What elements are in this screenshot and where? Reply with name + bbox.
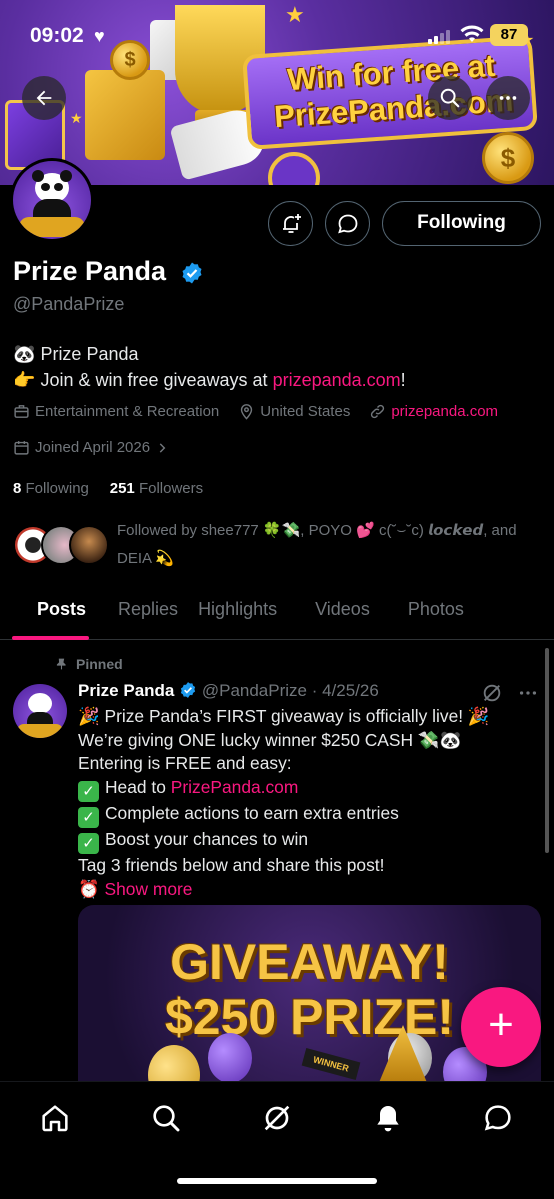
post-line: 🎉 Prize Panda’s FIRST giveaway is offici…: [78, 706, 490, 726]
battery-indicator: 87: [490, 24, 528, 46]
bell-icon: [377, 1106, 399, 1132]
win-badge: WIN: [268, 152, 320, 185]
post-header: Prize Panda @PandaPrize · 4/25/26: [78, 681, 548, 701]
status-time: 09:02: [30, 24, 84, 47]
panda-avatar-image: [13, 161, 91, 239]
bio-line-1: Prize Panda: [40, 344, 139, 364]
heart-icon: ♥: [94, 26, 105, 46]
bio-line-2-suffix: !: [400, 370, 406, 390]
nav-messages[interactable]: [478, 1098, 518, 1138]
post-author-name[interactable]: Prize Panda: [78, 681, 174, 700]
message-button[interactable]: [325, 201, 370, 246]
verified-badge-icon: [180, 682, 196, 698]
checkmark-icon: ✓: [78, 807, 99, 829]
signal-icon: [428, 30, 452, 44]
profile-name-text: Prize Panda: [13, 256, 167, 286]
profile-handle: @PandaPrize: [13, 294, 125, 314]
nav-grok[interactable]: [257, 1098, 297, 1138]
coin-image: $: [482, 132, 534, 184]
pointing-hand-icon: 👉: [13, 370, 36, 390]
checkmark-icon: ✓: [78, 833, 99, 855]
checkmark-icon: ✓: [78, 781, 99, 803]
status-bar: 09:02 ♥ 87: [0, 18, 554, 52]
bio-line-2-text: Join & win free giveaways at: [40, 370, 273, 390]
compose-button[interactable]: +: [461, 987, 541, 1067]
home-icon: [42, 1105, 68, 1132]
wifi-icon: [460, 25, 484, 42]
panda-emoji-icon: 🐼: [13, 344, 36, 364]
post-author-avatar[interactable]: [13, 684, 67, 738]
nav-home[interactable]: [35, 1098, 75, 1138]
post-step: ✓ Head to PrizePanda.com: [78, 776, 543, 803]
briefcase-icon: [14, 405, 29, 418]
winner-label: WINNER: [301, 1048, 361, 1080]
post-step: ✓ Boost your chances to win: [78, 828, 543, 855]
tab-photos[interactable]: Photos: [388, 590, 482, 640]
scrollbar[interactable]: [545, 648, 549, 853]
search-icon: [440, 88, 460, 108]
joined-row[interactable]: Joined April 2026: [13, 439, 169, 456]
grok-icon[interactable]: [481, 682, 503, 704]
home-indicator[interactable]: [177, 1178, 377, 1184]
profile-bio: 🐼 Prize Panda 👉 Join & win free giveaway…: [13, 341, 406, 393]
follower-avatar: [69, 525, 109, 565]
calendar-icon: [14, 441, 29, 455]
profile-website-link[interactable]: prizepanda.com: [391, 403, 498, 420]
followed-by-avatars[interactable]: [13, 525, 109, 565]
bell-plus-icon: [282, 213, 301, 233]
search-icon: [153, 1105, 180, 1132]
post-line: Entering is FREE and easy:: [78, 753, 292, 774]
show-more-link[interactable]: Show more: [105, 879, 193, 899]
post-text: 🎉 Prize Panda’s FIRST giveaway is offici…: [78, 705, 543, 902]
post-line: We’re giving ONE lucky winner $250 CASH …: [78, 729, 462, 750]
post-line: ⏰ Show more: [78, 878, 543, 902]
nav-notifications[interactable]: [368, 1098, 408, 1138]
post-line: Tag 3 friends below and share this post!: [78, 855, 385, 876]
profile-avatar[interactable]: [10, 158, 94, 242]
followers-count-link[interactable]: 251 Followers: [110, 480, 203, 497]
chat-bubble-icon: [484, 1105, 511, 1131]
profile-joined-date: Joined April 2026: [35, 439, 151, 456]
alarm-clock-icon: ⏰: [78, 878, 100, 899]
bio-link[interactable]: prizepanda.com: [273, 370, 401, 390]
tab-replies[interactable]: Replies: [101, 590, 196, 640]
followed-by-text[interactable]: Followed by shee777 🍀💸, POYO 💕 c(˘⌣˘c) 𝙡…: [117, 517, 547, 573]
link-icon: [371, 404, 385, 419]
post-link[interactable]: PrizePanda.com: [171, 777, 299, 797]
follow-counts: 8 Following 251 Followers: [13, 480, 203, 497]
back-button[interactable]: [22, 76, 66, 120]
nav-search[interactable]: [146, 1098, 186, 1138]
profile-tabs: Posts Replies Highlights Videos Photos: [0, 590, 554, 640]
profile-name: Prize Panda: [13, 256, 204, 287]
post-handle-date: @PandaPrize · 4/25/26: [201, 681, 379, 700]
search-button[interactable]: [428, 76, 472, 120]
location-pin-icon: [241, 404, 253, 420]
more-dots-icon: [499, 96, 517, 100]
pinned-label: Pinned: [55, 656, 123, 672]
grok-icon: [264, 1105, 290, 1131]
post-step: ✓ Complete actions to earn extra entries: [78, 802, 543, 829]
profile-category: Entertainment & Recreation: [35, 403, 220, 420]
tab-highlights[interactable]: Highlights: [196, 590, 295, 640]
verified-badge-icon: [182, 262, 202, 284]
chevron-right-icon: [159, 442, 166, 453]
profile-location: United States: [260, 403, 351, 420]
pin-icon: [56, 658, 66, 670]
more-options-button[interactable]: [486, 76, 530, 120]
post-more-icon[interactable]: [517, 682, 539, 704]
following-count-link[interactable]: 8 Following: [13, 480, 89, 497]
chat-bubble-icon: [337, 214, 357, 233]
following-button[interactable]: Following: [382, 201, 541, 246]
profile-meta-row: Entertainment & Recreation United States…: [13, 403, 498, 420]
arrow-left-icon: [36, 90, 52, 106]
gift-box-image: [85, 70, 165, 160]
tab-videos[interactable]: Videos: [295, 590, 388, 640]
tab-posts[interactable]: Posts: [0, 590, 101, 640]
notify-button[interactable]: [268, 201, 313, 246]
star-icon: ★: [70, 110, 83, 126]
